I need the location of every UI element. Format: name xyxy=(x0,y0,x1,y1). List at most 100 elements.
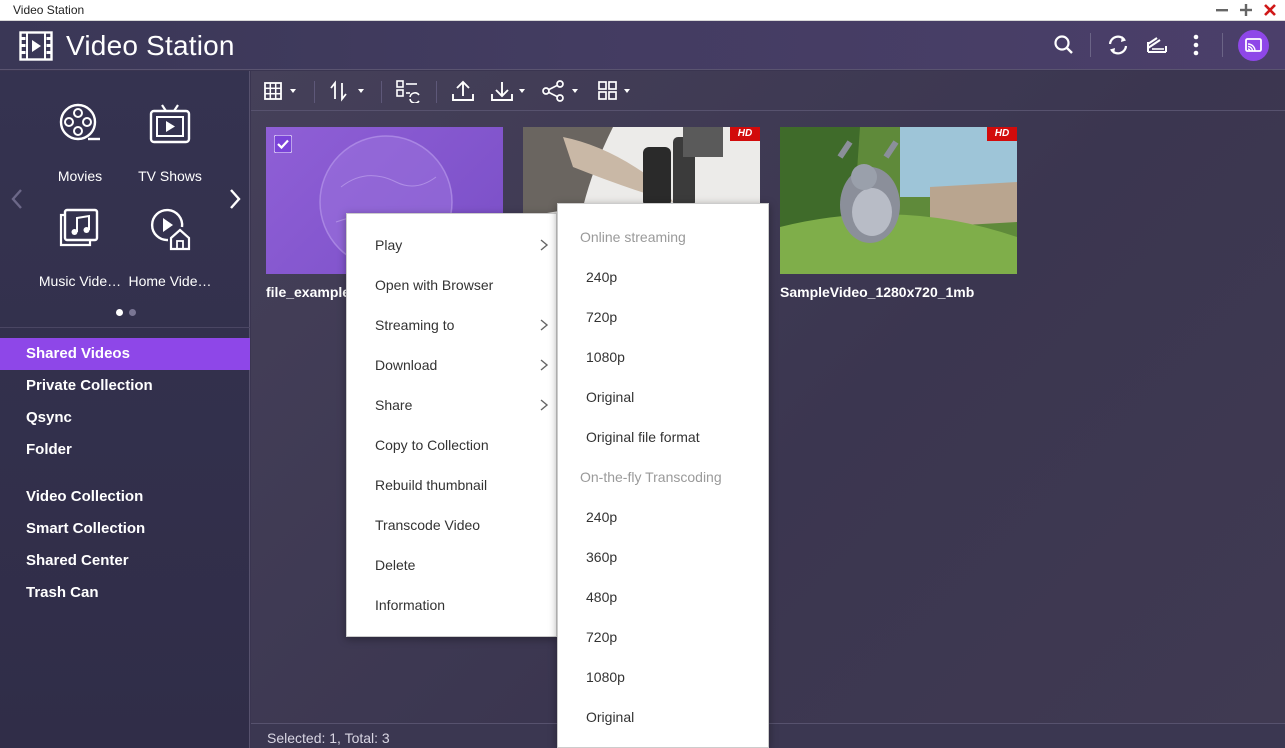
category-label: Music Vide… xyxy=(38,273,122,289)
minimize-button[interactable] xyxy=(1213,2,1231,19)
window-title-bar: Video Station xyxy=(0,0,1285,21)
checkmark-icon xyxy=(274,135,292,153)
category-prev-button[interactable] xyxy=(7,186,27,212)
film-reel-icon xyxy=(58,102,102,146)
view-mode-button[interactable] xyxy=(263,79,301,103)
menu-item-label: Rebuild thumbnail xyxy=(375,477,488,493)
plus-icon xyxy=(1240,4,1252,16)
upload-icon xyxy=(452,80,474,101)
page-dot-active[interactable] xyxy=(116,309,123,316)
category-tv-shows[interactable]: TV Shows xyxy=(125,102,215,184)
category-page-dots xyxy=(114,309,140,317)
sidebar-item-trash-can[interactable]: Trash Can xyxy=(0,577,250,609)
toolbar-separator xyxy=(314,81,315,103)
submenu-item-original-file-format[interactable]: Original file format xyxy=(558,417,768,457)
submenu-item-transcode-original[interactable]: Original xyxy=(558,697,768,737)
download-button[interactable] xyxy=(489,79,529,103)
stack-icon xyxy=(1147,37,1167,53)
menu-item-information[interactable]: Information xyxy=(347,585,557,625)
menu-item-label: Delete xyxy=(375,557,416,573)
selection-checkbox[interactable] xyxy=(274,135,292,153)
search-icon xyxy=(1054,35,1073,54)
menu-item-download[interactable]: Download xyxy=(347,345,557,385)
upload-button[interactable] xyxy=(450,79,476,103)
chevron-right-icon xyxy=(230,189,241,209)
share-icon xyxy=(542,80,578,102)
submenu-item-transcode-240p[interactable]: 240p xyxy=(558,497,768,537)
cast-button[interactable] xyxy=(1238,30,1269,61)
app-header: Video Station xyxy=(0,21,1285,70)
minimize-icon xyxy=(1216,9,1228,12)
submenu-item-online-720p[interactable]: 720p xyxy=(558,297,768,337)
share-button[interactable] xyxy=(541,79,581,103)
chevron-right-icon xyxy=(539,358,549,372)
category-movies[interactable]: Movies xyxy=(35,102,125,184)
video-station-logo-icon xyxy=(19,31,53,61)
display-mode-button[interactable] xyxy=(597,79,637,103)
maximize-button[interactable] xyxy=(1237,2,1255,19)
menu-item-delete[interactable]: Delete xyxy=(347,545,557,585)
submenu-item-online-original[interactable]: Original xyxy=(558,377,768,417)
close-icon xyxy=(1264,4,1276,16)
sidebar-item-video-collection[interactable]: Video Collection xyxy=(0,481,250,513)
category-home-videos[interactable]: Home Vide… xyxy=(125,207,215,289)
play-submenu: Online streaming 240p 720p 1080p Origina… xyxy=(557,203,769,748)
menu-item-label: Play xyxy=(375,237,403,253)
video-filename: file_example_ xyxy=(266,284,358,300)
selection-status: Selected: 1, Total: 3 xyxy=(267,730,390,746)
menu-item-copy-to-collection[interactable]: Copy to Collection xyxy=(347,425,557,465)
submenu-item-transcode-1080p[interactable]: 1080p xyxy=(558,657,768,697)
cast-icon xyxy=(1245,38,1262,52)
refresh-button[interactable] xyxy=(1105,32,1131,58)
menu-item-open-with-browser[interactable]: Open with Browser xyxy=(347,265,557,305)
sidebar-item-shared-videos[interactable]: Shared Videos xyxy=(0,338,250,370)
toolbar-separator xyxy=(381,81,382,103)
category-label: TV Shows xyxy=(138,168,202,184)
sort-button[interactable] xyxy=(329,79,367,103)
submenu-item-transcode-360p[interactable]: 360p xyxy=(558,537,768,577)
menu-item-streaming-to[interactable]: Streaming to xyxy=(347,305,557,345)
context-menu: Play Open with Browser Streaming to Down… xyxy=(346,213,557,637)
layout-icon xyxy=(598,81,630,100)
home-video-icon xyxy=(148,207,192,251)
sidebar-item-smart-collection[interactable]: Smart Collection xyxy=(0,513,250,545)
sidebar: Movies TV Shows Music Vide… Home Vide… S… xyxy=(0,71,250,748)
sidebar-item-folder[interactable]: Folder xyxy=(0,434,250,466)
transcoding-header: On-the-fly Transcoding xyxy=(580,469,722,485)
refresh-icon xyxy=(1108,35,1128,55)
menu-item-rebuild-thumbnail[interactable]: Rebuild thumbnail xyxy=(347,465,557,505)
sidebar-item-shared-center[interactable]: Shared Center xyxy=(0,545,250,577)
sidebar-item-private-collection[interactable]: Private Collection xyxy=(0,370,250,402)
header-separator xyxy=(1090,33,1091,57)
download-icon xyxy=(491,82,525,101)
category-label: Home Vide… xyxy=(128,273,212,289)
search-button[interactable] xyxy=(1051,32,1077,58)
close-button[interactable] xyxy=(1261,2,1279,19)
tv-icon xyxy=(148,102,192,146)
menu-item-play[interactable]: Play xyxy=(347,225,557,265)
chevron-right-icon xyxy=(539,318,549,332)
background-tasks-button[interactable] xyxy=(1144,32,1170,58)
chevron-left-icon xyxy=(11,189,22,209)
video-filename: SampleVideo_1280x720_1mb xyxy=(780,284,975,300)
video-thumbnail[interactable]: HD xyxy=(780,127,1017,274)
toolbar xyxy=(251,71,1285,111)
menu-item-label: Copy to Collection xyxy=(375,437,489,453)
menu-item-transcode-video[interactable]: Transcode Video xyxy=(347,505,557,545)
chevron-right-icon xyxy=(539,398,549,412)
sidebar-item-qsync[interactable]: Qsync xyxy=(0,402,250,434)
header-separator xyxy=(1222,33,1223,57)
submenu-item-transcode-480p[interactable]: 480p xyxy=(558,577,768,617)
grid-view-icon xyxy=(264,82,296,100)
more-vertical-icon xyxy=(1193,34,1199,56)
category-next-button[interactable] xyxy=(225,186,245,212)
menu-item-share[interactable]: Share xyxy=(347,385,557,425)
rebuild-button[interactable] xyxy=(395,79,421,103)
more-options-button[interactable] xyxy=(1183,32,1209,58)
submenu-item-online-240p[interactable]: 240p xyxy=(558,257,768,297)
page-dot[interactable] xyxy=(129,309,136,316)
submenu-item-transcode-720p[interactable]: 720p xyxy=(558,617,768,657)
submenu-item-online-1080p[interactable]: 1080p xyxy=(558,337,768,377)
category-music-videos[interactable]: Music Vide… xyxy=(35,207,125,289)
menu-item-label: Open with Browser xyxy=(375,277,494,293)
